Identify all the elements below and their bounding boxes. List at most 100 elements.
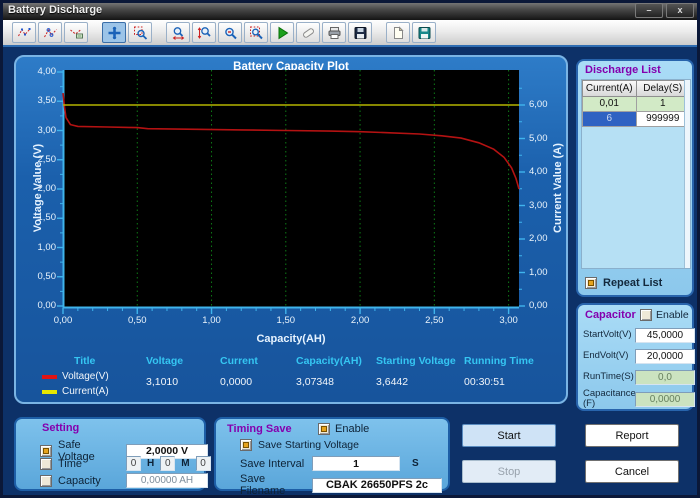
minimize-button[interactable]: – [635,3,663,18]
stat-value: 3,6442 [376,376,464,388]
window-controls: – x [635,3,694,18]
axis-tick-label: 0,50 [120,315,154,326]
table-scrollbar-track[interactable] [684,80,690,268]
time-minutes-input[interactable] [160,456,175,471]
content: Battery Capacity Plot Voltage Value (V) … [0,47,700,498]
save-image-button[interactable] [348,22,372,43]
setting-panel: Setting Safe Voltage Time H M S Capacity [14,417,206,491]
capacitor-panel: Capacitor Enable StartVolt(V) EndVolt(V)… [576,303,694,411]
stats-header: Starting Voltage [376,355,464,367]
discharge-list-panel: Discharge List Current(A) Delay(S) 0,01 … [576,59,694,297]
endvolt-label: EndVolt(V) [583,351,633,361]
time-checkbox[interactable] [40,458,52,470]
axis-tick-label: 0,00 [46,315,80,326]
zoom-out-button[interactable] [218,22,242,43]
toolbar-group [166,22,372,43]
axis-tick-label: 0,50 [18,271,56,282]
runtime-input[interactable] [635,370,695,385]
time-hours-input[interactable] [126,456,141,471]
time-seconds-input[interactable] [196,456,211,471]
axis-tick-label: 2,00 [529,233,563,244]
table-row[interactable]: 0,01 1 [582,97,690,112]
startvolt-input[interactable] [635,328,695,343]
axis-tick-label: 1,50 [269,315,303,326]
legend-entry-voltage: Voltage(V) [42,371,146,382]
curve-style-1-button[interactable] [12,22,36,43]
timing-enable-checkbox[interactable] [318,423,330,435]
runtime-label: RunTime(S) [583,372,633,382]
cell-current[interactable]: 0,01 [582,97,637,112]
axis-tick-label: 4,00 [18,66,56,77]
curve-style-2-button[interactable] [38,22,62,43]
minutes-unit-label: M [181,458,189,469]
endvolt-input[interactable] [635,349,695,364]
stat-value: 00:30:51 [464,376,548,388]
zoom-y-icon [197,26,212,40]
runtime-row: RunTime(S) [583,369,688,385]
zoom-reset-button[interactable] [244,22,268,43]
new-file-icon [391,26,406,40]
capacity-input[interactable] [126,473,208,488]
discharge-table[interactable]: Current(A) Delay(S) 0,01 1 6 999999 [581,79,691,269]
cell-current[interactable]: 6 [582,112,637,127]
axis-tick-label: 6,00 [529,99,563,110]
new-file-button[interactable] [386,22,410,43]
report-button[interactable]: Report [585,424,679,447]
save-filename-label: Save Filename [240,473,306,497]
toolbar-group [386,22,436,43]
cell-delay[interactable]: 1 [637,97,691,112]
repeat-list-label: Repeat List [603,277,662,289]
capacitor-title: Capacitor [585,309,636,321]
zoom-x-icon [171,26,186,40]
curve-legend-button[interactable] [64,22,88,43]
axis-tick-label: 2,50 [18,154,56,165]
cancel-button[interactable]: Cancel [585,460,679,483]
discharge-list-title: Discharge List [585,64,661,76]
axis-tick-label: 3,00 [18,125,56,136]
plot-area[interactable] [63,70,519,308]
start-button[interactable]: Start [462,424,556,447]
zoom-out-icon [223,26,238,40]
zoom-region-button[interactable] [128,22,152,43]
legend-entry-label: Voltage(V) [62,371,109,382]
capacitance-input[interactable] [635,392,695,407]
capacitor-enable-checkbox[interactable] [640,309,652,321]
table-row-selected[interactable]: 6 999999 [582,112,690,127]
stat-value: 3,07348 [296,376,376,388]
repeat-list-checkbox[interactable] [585,277,597,289]
save-data-button[interactable] [412,22,436,43]
axis-tick-label: 3,50 [18,95,56,106]
stats-header: Running Time [464,355,548,367]
save-interval-input[interactable] [312,456,400,471]
timing-save-panel: Timing Save Enable Save Starting Voltage… [214,417,450,491]
legend-entry-current: Current(A) [42,386,146,397]
interval-unit-label: S [412,458,419,469]
save-starting-voltage-checkbox[interactable] [240,439,252,451]
repeat-list-row: Repeat List [585,277,662,289]
print-button[interactable] [322,22,346,43]
capacity-checkbox[interactable] [40,475,52,487]
axis-tick-label: 2,00 [18,183,56,194]
print-icon [327,26,342,40]
erase-button[interactable] [296,22,320,43]
toolbar-group [102,22,152,43]
curve-legend-icon [69,26,84,40]
pan-button[interactable] [102,22,126,43]
run-button[interactable] [270,22,294,43]
axis-tick-label: 0,00 [18,300,56,311]
titlebar: Battery Discharge – x [0,0,700,20]
legend-title-column: Title Voltage(V) Current(A) [42,355,146,397]
zoom-y-button[interactable] [192,22,216,43]
startvolt-row: StartVolt(V) [583,327,688,343]
capacity-label: Capacity [58,475,120,487]
axis-tick-label: 4,00 [529,166,563,177]
column-header-delay: Delay(S) [637,80,691,97]
axis-tick-label: 5,00 [529,133,563,144]
save-data-icon [417,26,432,40]
cell-delay[interactable]: 999999 [637,112,691,127]
close-button[interactable]: x [666,3,694,18]
save-filename-input[interactable] [312,478,442,493]
window-title: Battery Discharge [8,4,102,16]
stop-button[interactable]: Stop [462,460,556,483]
zoom-x-button[interactable] [166,22,190,43]
